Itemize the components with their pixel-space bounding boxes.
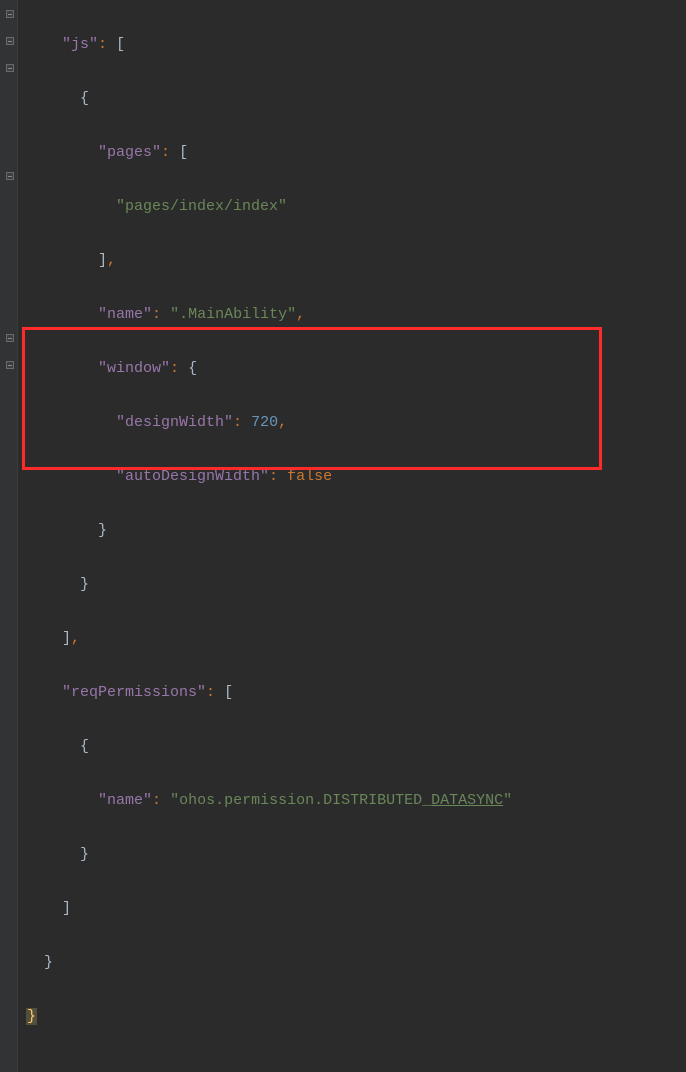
json-string: "pages/index/index" [116,198,287,215]
json-key: "autoDesignWidth" [116,468,269,485]
json-string: "ohos.permission.DISTRIBUTED_DATASYNC" [170,792,512,809]
fold-icon[interactable] [6,10,14,18]
json-number: 720 [251,414,278,431]
fold-icon[interactable] [6,361,14,369]
json-key: "js" [62,36,98,53]
json-key: "window" [98,360,170,377]
json-key: "pages" [98,144,161,161]
fold-icon[interactable] [6,37,14,45]
json-boolean: false [287,468,332,485]
json-key: "name" [98,306,152,323]
code-area[interactable]: "js": [ { "pages": [ "pages/index/index"… [0,4,686,1072]
json-key: "name" [98,792,152,809]
matching-brace: } [26,1008,37,1025]
fold-icon[interactable] [6,334,14,342]
json-key: "designWidth" [116,414,233,431]
code-editor[interactable]: "js": [ { "pages": [ "pages/index/index"… [0,0,686,1072]
json-string: ".MainAbility" [170,306,296,323]
json-key: "reqPermissions" [62,684,206,701]
gutter [0,0,18,1072]
fold-icon[interactable] [6,64,14,72]
fold-icon[interactable] [6,172,14,180]
